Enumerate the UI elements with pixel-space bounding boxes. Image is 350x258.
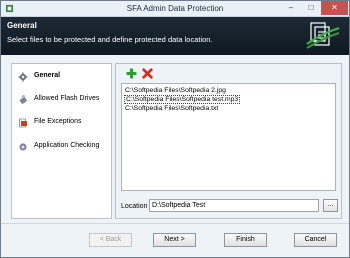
gear-icon bbox=[18, 72, 28, 82]
page-title: General bbox=[7, 21, 37, 30]
flash-drive-icon bbox=[19, 95, 28, 105]
app-gear-icon bbox=[19, 143, 27, 151]
data-protection-logo-icon bbox=[306, 22, 340, 49]
remove-icon[interactable] bbox=[142, 68, 153, 79]
minimize-button[interactable]: – bbox=[281, 1, 301, 15]
list-item[interactable]: C:\Softpedia Files\Softpedia.txt bbox=[124, 104, 219, 113]
nav-label-general: General bbox=[34, 72, 61, 79]
add-icon[interactable] bbox=[126, 68, 137, 79]
content-panel: C:\Softpedia Files\Softpedia 2.jpg C:\So… bbox=[115, 63, 342, 219]
wizard-window: SFA Admin Data Protection – □ ✕ General … bbox=[0, 0, 350, 258]
title-bar[interactable]: SFA Admin Data Protection – □ ✕ bbox=[1, 1, 349, 17]
location-input[interactable]: D:\Softpedia Test bbox=[149, 199, 319, 212]
close-button[interactable]: ✕ bbox=[321, 1, 348, 15]
finish-button[interactable]: Finish bbox=[224, 233, 267, 247]
footer-separator bbox=[1, 223, 349, 224]
location-label: Location bbox=[121, 203, 148, 210]
nav-item-general[interactable]: General bbox=[12, 70, 112, 84]
back-button[interactable]: < Back bbox=[89, 233, 132, 247]
file-exception-icon bbox=[19, 118, 27, 128]
nav-item-application-checking[interactable]: Application Checking bbox=[12, 140, 112, 154]
nav-label-application-checking: Application Checking bbox=[34, 142, 100, 149]
page-subtitle: Select files to be protected and define … bbox=[7, 35, 213, 44]
cancel-button[interactable]: Cancel bbox=[294, 233, 337, 247]
header-banner: General Select files to be protected and… bbox=[1, 17, 349, 55]
browse-button[interactable]: ... bbox=[323, 199, 338, 212]
maximize-button[interactable]: □ bbox=[301, 1, 321, 15]
list-item[interactable]: C:\Softpedia Files\Softpedia test.mp3 bbox=[124, 95, 241, 104]
list-item[interactable]: C:\Softpedia Files\Softpedia 2.jpg bbox=[124, 86, 227, 95]
nav-item-allowed-flash-drives[interactable]: Allowed Flash Drives bbox=[12, 93, 112, 107]
nav-label-allowed-flash-drives: Allowed Flash Drives bbox=[34, 95, 100, 102]
protected-files-list[interactable]: C:\Softpedia Files\Softpedia 2.jpg C:\So… bbox=[121, 83, 336, 191]
nav-item-file-exceptions[interactable]: File Exceptions bbox=[12, 116, 112, 130]
nav-label-file-exceptions: File Exceptions bbox=[34, 118, 82, 125]
navigation-panel: General Allowed Flash Drives File Except… bbox=[11, 63, 112, 219]
next-button[interactable]: Next > bbox=[153, 233, 196, 247]
